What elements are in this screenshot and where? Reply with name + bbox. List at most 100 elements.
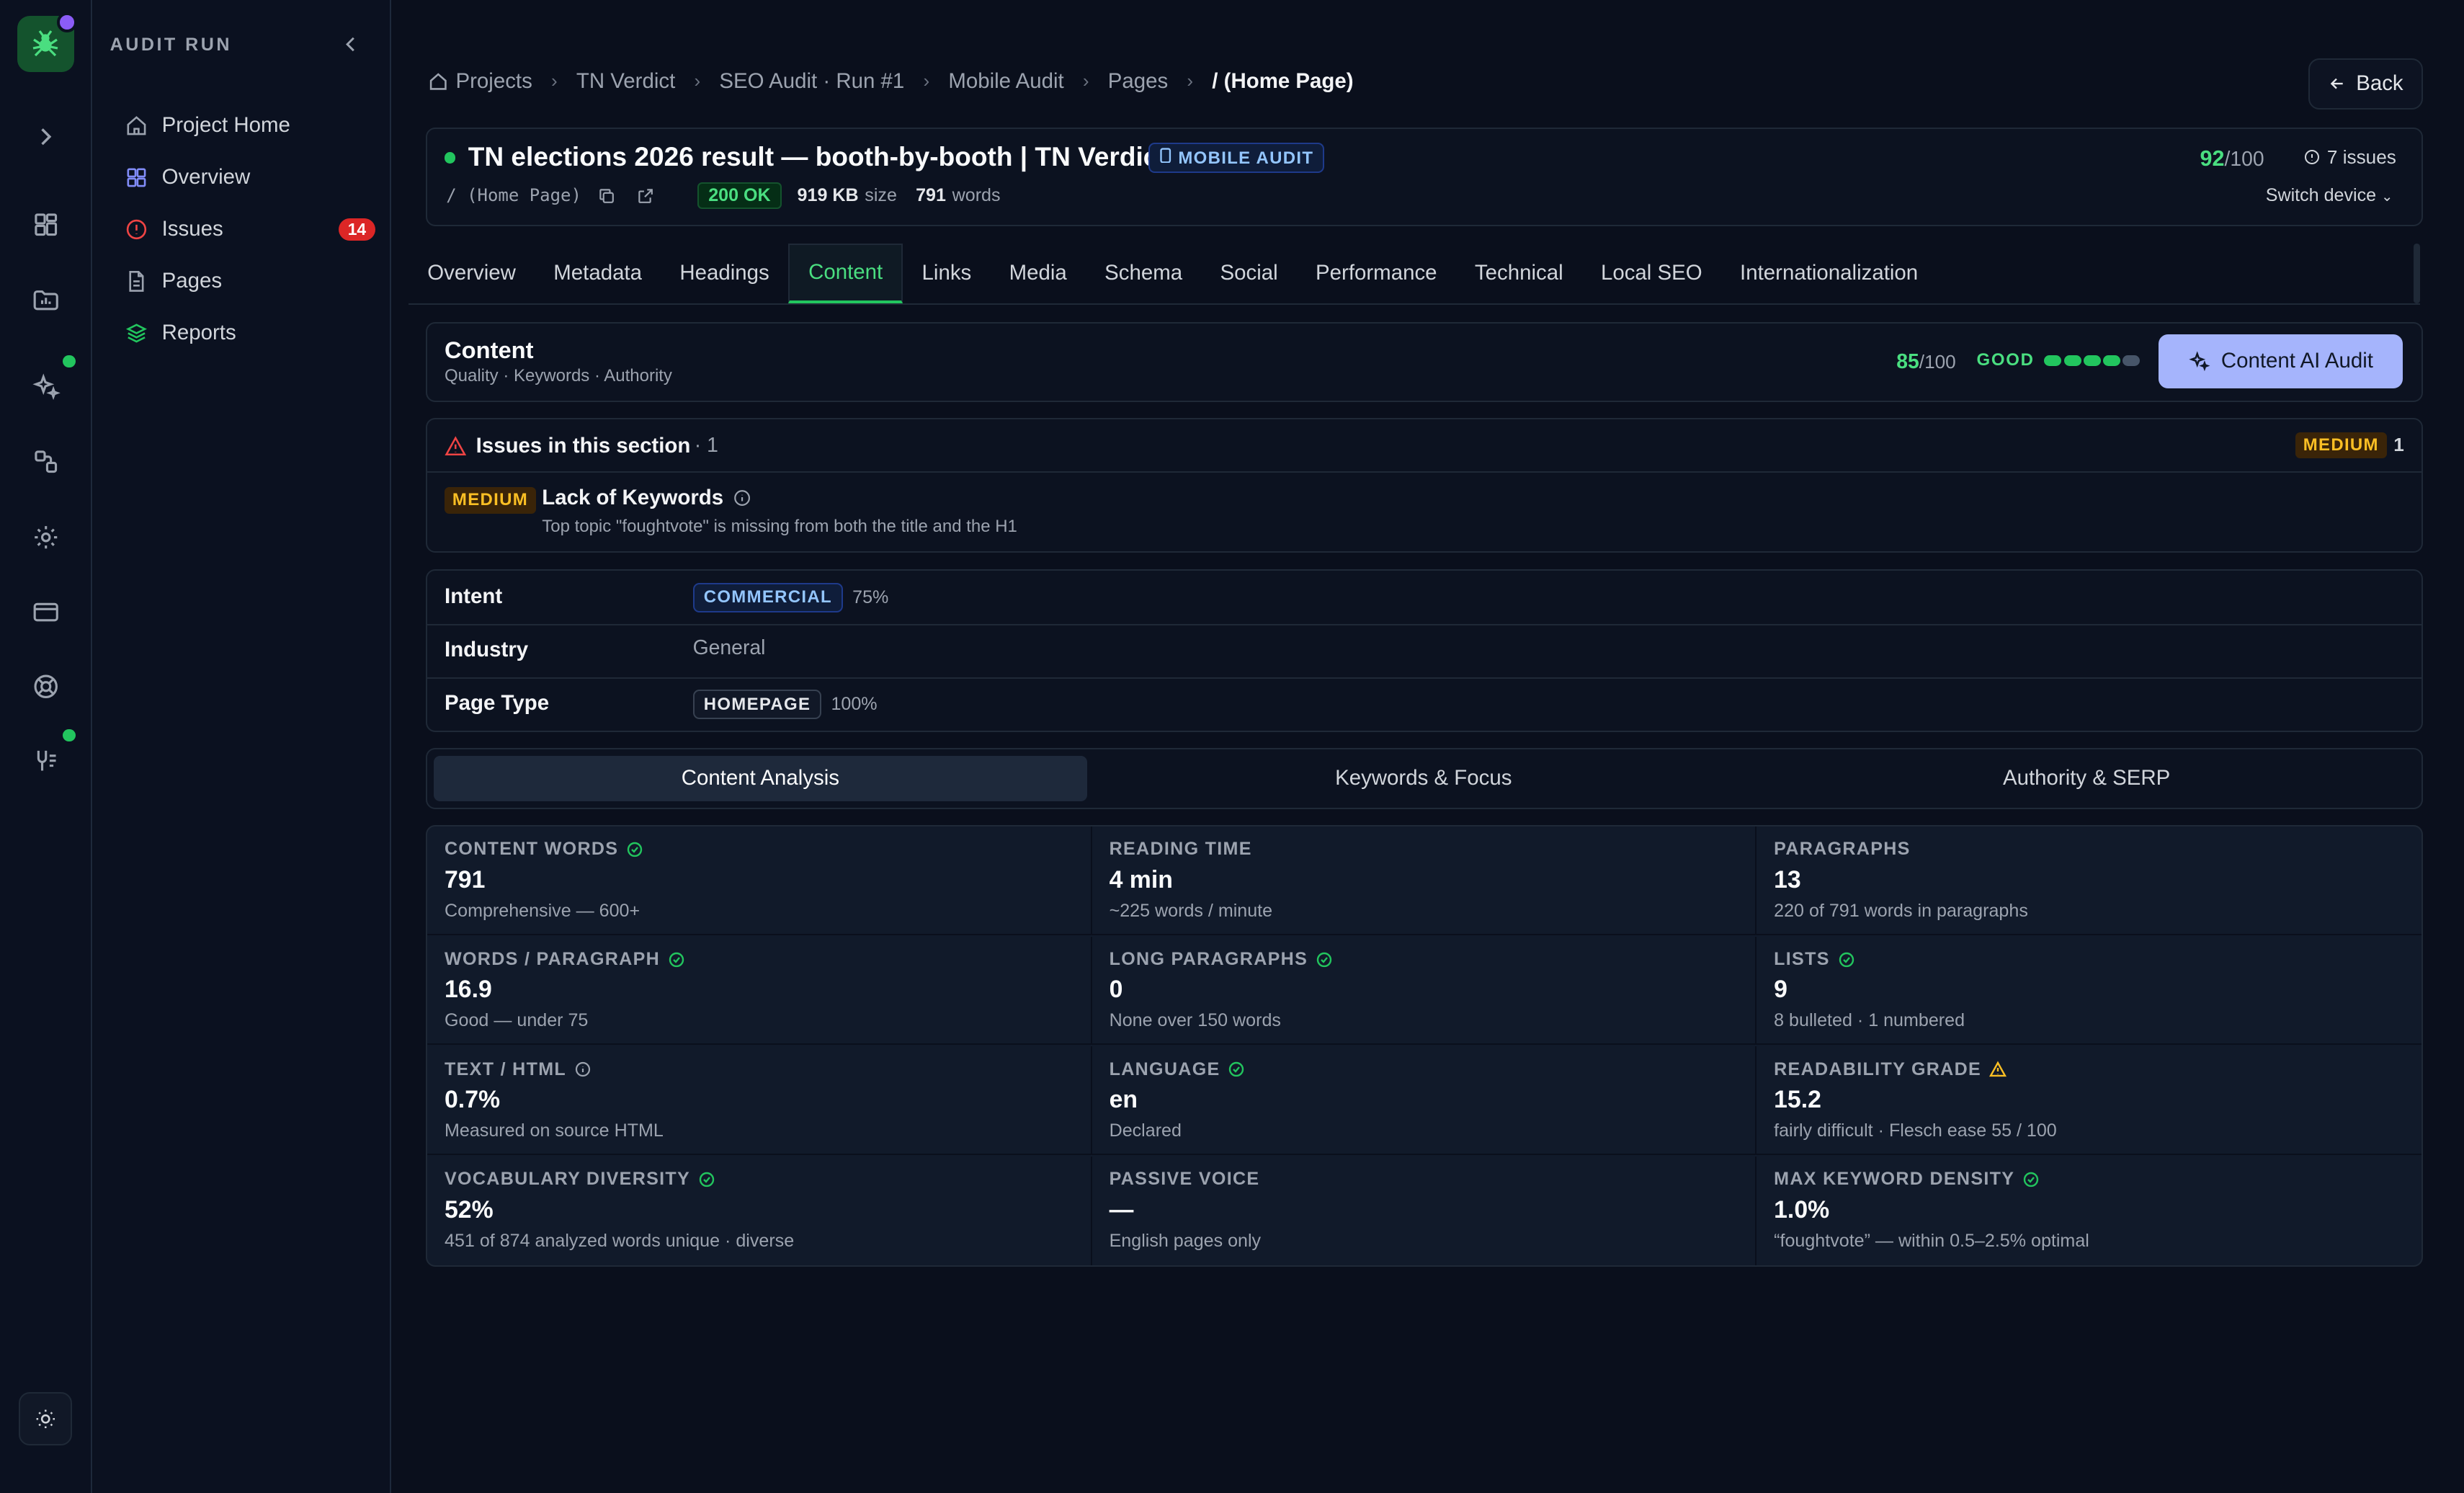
tab-internationalization[interactable]: Internationalization (1721, 244, 1937, 303)
external-link-icon[interactable] (636, 187, 655, 205)
page-issues-label: 7 issues (2326, 146, 2396, 168)
issue-title[interactable]: Lack of Keywords (542, 486, 751, 510)
alert-circle-icon (127, 219, 147, 240)
metric-sub: Comprehensive — 600+ (445, 900, 640, 921)
tab-headings[interactable]: Headings (661, 244, 788, 303)
integrations-icon[interactable] (27, 741, 64, 779)
metric-label-text: CONTENT WORDS (445, 839, 619, 860)
breadcrumb-projects[interactable]: Projects (455, 69, 532, 94)
metric-label: PARAGRAPHS (1774, 839, 1911, 860)
sidebar: AUDIT RUN Project Home Overview Issues 1… (92, 0, 391, 1493)
metric-value: 0 (1109, 976, 1123, 1004)
info-icon[interactable] (733, 489, 751, 507)
http-status-badge: 200 OK (697, 182, 782, 210)
collapse-chevron-icon[interactable] (338, 32, 363, 57)
mobile-audit-badge: MOBILE AUDIT (1148, 143, 1325, 173)
metric-sub: Declared (1109, 1120, 1182, 1141)
credit-card-icon[interactable] (27, 592, 64, 630)
tab-links[interactable]: Links (903, 244, 990, 303)
metric-label: LANGUAGE (1110, 1059, 1246, 1080)
analysis-subtabs: Content Analysis Keywords & Focus Author… (426, 748, 2423, 809)
theme-toggle-sun-icon[interactable] (19, 1392, 72, 1446)
tab-overview[interactable]: Overview (409, 244, 535, 303)
expand-chevron-icon[interactable] (27, 118, 64, 156)
page-score-value: 92 (2200, 146, 2225, 171)
info-icon (2305, 150, 2320, 165)
section-tabs: Overview Metadata Headings Content Links… (409, 244, 2420, 305)
lifebuoy-icon[interactable] (27, 668, 64, 705)
breadcrumb: Projects › TN Verdict › SEO Audit · Run #1… (427, 68, 1354, 94)
tab-metadata[interactable]: Metadata (535, 244, 661, 303)
dashboard-icon[interactable] (27, 206, 64, 244)
metric-label: MAX KEYWORD DENSITY (1774, 1169, 2040, 1190)
breadcrumb-current: / (Home Page) (1212, 68, 1354, 93)
page-title: TN elections 2026 result — booth-by-boot… (468, 141, 1167, 172)
metric-value: 15.2 (1774, 1085, 1821, 1113)
page-type-confidence: 100% (831, 694, 878, 715)
metric-label-text: LANGUAGE (1109, 1059, 1220, 1079)
status-dot (445, 152, 456, 164)
copy-icon[interactable] (597, 187, 616, 205)
back-button[interactable]: Back (2308, 58, 2423, 110)
sidebar-item-issues[interactable]: Issues 14 (124, 209, 376, 250)
tab-media[interactable]: Media (990, 244, 1086, 303)
page-score-max: /100 (2224, 147, 2264, 171)
warning-icon (1988, 1061, 2007, 1077)
sparkles-icon[interactable] (27, 367, 64, 405)
page-size-value: 919 KB (797, 184, 859, 205)
info-icon[interactable] (574, 1061, 592, 1078)
tab-social[interactable]: Social (1201, 244, 1297, 303)
metric-value: 1.0% (1774, 1195, 1830, 1224)
sidebar-item-project-home[interactable]: Project Home (124, 105, 375, 146)
layers-icon (126, 324, 148, 343)
tab-technical[interactable]: Technical (1456, 244, 1582, 303)
metric-label-text: LONG PARAGRAPHS (1109, 949, 1308, 970)
metric-label: CONTENT WORDS (445, 839, 643, 860)
rating-meter (2044, 355, 2142, 366)
breadcrumb-mobile-audit[interactable]: Mobile Audit (948, 69, 1063, 94)
sidebar-item-reports[interactable]: Reports (124, 313, 375, 354)
subtab-keywords-focus[interactable]: Keywords & Focus (1097, 756, 1750, 801)
tab-performance[interactable]: Performance (1297, 244, 1456, 303)
metric-label: READING TIME (1109, 839, 1252, 860)
breadcrumb-pages[interactable]: Pages (1108, 69, 1168, 94)
tab-schema[interactable]: Schema (1086, 244, 1201, 303)
tab-local-seo[interactable]: Local SEO (1582, 244, 1721, 303)
workflow-icon[interactable] (27, 443, 64, 481)
sidebar-item-pages[interactable]: Pages (124, 261, 375, 302)
sidebar-item-label: Project Home (161, 113, 290, 138)
metric-value: 791 (445, 865, 486, 893)
sidebar-item-overview[interactable]: Overview (124, 157, 375, 198)
breadcrumb-audit-run[interactable]: SEO Audit · Run #1 (719, 69, 904, 94)
property-key: Industry (445, 638, 529, 662)
mobile-audit-label: MOBILE AUDIT (1178, 148, 1314, 168)
issue-title-text: Lack of Keywords (542, 485, 724, 509)
breadcrumb-project[interactable]: TN Verdict (576, 69, 675, 94)
section-subtitle: Quality · Keywords · Authority (445, 365, 672, 385)
metrics-grid: CONTENT WORDS 791 Comprehensive — 600+ R… (426, 825, 2423, 1267)
switch-device-dropdown[interactable]: Switch device ⌄ (2266, 185, 2393, 206)
subtab-content-analysis[interactable]: Content Analysis (433, 755, 1088, 802)
issues-count: · 1 (694, 433, 718, 457)
metric-sub: 220 of 791 words in paragraphs (1774, 900, 2028, 921)
tabs-scrollbar[interactable] (2414, 244, 2420, 303)
metric-label: VOCABULARY DIVERSITY (445, 1169, 715, 1190)
folder-chart-icon[interactable] (27, 281, 64, 318)
metric-text-html: TEXT / HTML 0.7% Measured on source HTML (427, 1046, 1092, 1155)
spider-logo-icon[interactable] (17, 12, 77, 73)
content-ai-audit-label: Content AI Audit (2220, 349, 2373, 373)
property-row-industry: Industry General (427, 624, 2421, 679)
check-circle-icon (1839, 952, 1854, 967)
tab-content[interactable]: Content (787, 244, 903, 303)
metric-sub: fairly difficult · Flesch ease 55 / 100 (1774, 1120, 2057, 1141)
content-ai-audit-button[interactable]: Content AI Audit (2159, 334, 2403, 388)
metric-lists: LISTS 9 8 bulleted · 1 numbered (1757, 937, 2421, 1046)
page-issues-count[interactable]: 7 issues (2303, 146, 2396, 169)
phone-icon (1160, 148, 1171, 164)
sidebar-item-label: Reports (161, 321, 236, 345)
subtab-authority-serp[interactable]: Authority & SERP (1760, 756, 2414, 801)
metric-sub: English pages only (1109, 1230, 1262, 1251)
intent-pill: COMMERCIAL (692, 582, 844, 612)
switch-device-label: Switch device (2265, 185, 2377, 206)
gear-icon[interactable] (27, 519, 64, 556)
